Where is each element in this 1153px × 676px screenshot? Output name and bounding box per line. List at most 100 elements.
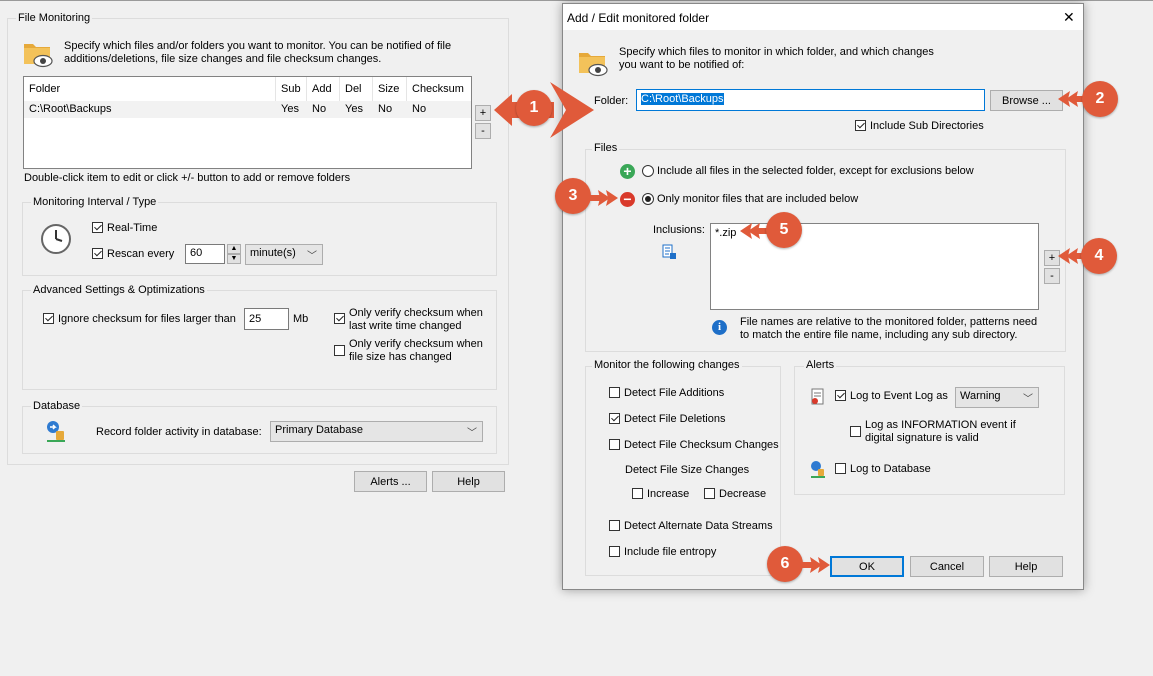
- rescan-spin-up[interactable]: ▲: [227, 244, 241, 254]
- cancel-button[interactable]: Cancel: [910, 556, 984, 577]
- rescan-spin-down[interactable]: ▼: [227, 254, 241, 264]
- add-edit-folder-dialog: Add / Edit monitored folder ✕ Specify wh…: [562, 3, 1084, 590]
- list-item[interactable]: *.zip: [715, 227, 736, 239]
- alerts-button[interactable]: Alerts ...: [354, 471, 427, 492]
- minus-circle-icon: −: [620, 192, 635, 207]
- folder-path-input[interactable]: C:\Root\Backups: [636, 89, 985, 111]
- dialog-description-1: Specify which files to monitor in which …: [619, 46, 934, 58]
- ok-button[interactable]: OK: [830, 556, 904, 577]
- detect-checksum-checkbox[interactable]: [609, 439, 620, 450]
- realtime-label: Real-Time: [107, 222, 158, 234]
- inclusions-note-1: File names are relative to the monitored…: [740, 316, 1038, 328]
- file-monitoring-title: File Monitoring: [16, 12, 93, 24]
- chevron-down-icon: ﹀: [467, 428, 477, 439]
- log-event-label: Log to Event Log as: [850, 390, 948, 402]
- table-row[interactable]: C:\Root\Backups Yes No Yes No No: [24, 101, 471, 118]
- log-info-checkbox[interactable]: [850, 426, 861, 437]
- verify-size-label-2: file size has changed: [349, 351, 452, 363]
- log-database-checkbox[interactable]: [835, 463, 846, 474]
- size-increase-label: Increase: [647, 488, 690, 500]
- cell-add: No: [312, 103, 327, 115]
- detect-streams-label: Detect Alternate Data Streams: [624, 520, 773, 532]
- clock-icon: [40, 223, 72, 255]
- help-button[interactable]: Help: [432, 471, 505, 492]
- dialog-help-button[interactable]: Help: [989, 556, 1063, 577]
- column-header-sub[interactable]: Sub: [276, 77, 307, 101]
- add-folder-button[interactable]: +: [475, 105, 491, 121]
- rescan-checkbox[interactable]: [92, 248, 103, 259]
- annotation-badge-4: 4: [1081, 238, 1117, 274]
- remove-inclusion-button[interactable]: -: [1044, 268, 1060, 284]
- rescan-unit-select[interactable]: minute(s) ﹀: [245, 244, 323, 265]
- size-increase-checkbox[interactable]: [632, 488, 643, 499]
- annotation-badge-1: 1: [516, 90, 552, 126]
- detect-deletions-label: Detect File Deletions: [624, 413, 726, 425]
- files-title: Files: [592, 142, 620, 154]
- annotation-badge-5: 5: [766, 212, 802, 248]
- cell-folder: C:\Root\Backups: [29, 103, 112, 115]
- log-event-checkbox[interactable]: [835, 390, 846, 401]
- annotation-arrow-3: [588, 190, 618, 206]
- database-select[interactable]: Primary Database ﹀: [270, 421, 483, 442]
- include-subdirs-label: Include Sub Directories: [870, 120, 984, 132]
- include-subdirs-checkbox[interactable]: [855, 120, 866, 131]
- include-all-label: Include all files in the selected folder…: [657, 165, 974, 177]
- rescan-value-input[interactable]: 60: [185, 244, 225, 264]
- interval-title: Monitoring Interval / Type: [31, 196, 159, 208]
- annotation-badge-2: 2: [1082, 81, 1118, 117]
- close-icon[interactable]: ✕: [1063, 9, 1075, 26]
- database-icon: [809, 460, 827, 478]
- annotation-badge-3: 3: [555, 178, 591, 214]
- file-monitoring-description-1: Specify which files and/or folders you w…: [64, 40, 452, 52]
- record-activity-label: Record folder activity in database:: [96, 426, 262, 438]
- annotation-arrow-6: [800, 557, 830, 573]
- event-level-select[interactable]: Warning ﹀: [955, 387, 1039, 408]
- ignore-size-input[interactable]: 25: [244, 308, 289, 330]
- column-header-checksum[interactable]: Checksum: [407, 77, 471, 101]
- rescan-label: Rescan every: [107, 248, 175, 260]
- folder-eye-icon: [577, 47, 609, 77]
- column-header-folder[interactable]: Folder: [24, 77, 276, 101]
- log-info-label-2: digital signature is valid: [865, 432, 979, 444]
- only-included-radio[interactable]: [642, 193, 654, 205]
- ignore-checksum-checkbox[interactable]: [43, 313, 54, 324]
- only-included-label: Only monitor files that are included bel…: [657, 193, 859, 205]
- browse-button[interactable]: Browse ...: [990, 90, 1063, 111]
- size-decrease-label: Decrease: [719, 488, 767, 500]
- alerts-title: Alerts: [804, 359, 837, 371]
- file-monitoring-description-2: additions/deletions, file size changes a…: [64, 53, 382, 65]
- folder-eye-icon: [22, 38, 54, 68]
- changes-title: Monitor the following changes: [592, 359, 742, 371]
- detect-streams-checkbox[interactable]: [609, 520, 620, 531]
- folder-list[interactable]: Folder Sub Add Del Size Checksum C:\Root…: [23, 76, 472, 169]
- top-border: [0, 0, 1153, 1]
- detect-deletions-checkbox[interactable]: [609, 413, 620, 424]
- cell-sub: Yes: [281, 103, 299, 115]
- column-header-del[interactable]: Del: [340, 77, 373, 101]
- inclusions-note-2: to match the entire file name, including…: [740, 329, 1018, 341]
- dialog-description-2: you want to be notified of:: [619, 59, 745, 71]
- cell-size: No: [378, 103, 393, 115]
- realtime-checkbox[interactable]: [92, 222, 103, 233]
- remove-folder-button[interactable]: -: [475, 123, 491, 139]
- log-database-label: Log to Database: [850, 463, 931, 475]
- include-all-radio[interactable]: [642, 165, 654, 177]
- include-entropy-checkbox[interactable]: [609, 546, 620, 557]
- cell-checksum: No: [412, 103, 427, 115]
- info-icon: i: [712, 320, 727, 335]
- verify-size-checkbox[interactable]: [334, 345, 345, 356]
- size-decrease-checkbox[interactable]: [704, 488, 715, 499]
- folder-path-value: C:\Root\Backups: [641, 93, 724, 105]
- include-entropy-label: Include file entropy: [624, 546, 717, 558]
- database-select-value: Primary Database: [275, 424, 364, 436]
- event-level-value: Warning: [960, 390, 1001, 402]
- add-circle-icon: +: [620, 164, 635, 179]
- verify-write-time-checkbox[interactable]: [334, 313, 345, 324]
- detect-additions-checkbox[interactable]: [609, 387, 620, 398]
- folder-list-hint: Double-click item to edit or click +/- b…: [24, 172, 351, 184]
- ignore-checksum-label: Ignore checksum for files larger than: [58, 313, 236, 325]
- column-header-size[interactable]: Size: [373, 77, 407, 101]
- event-log-icon: [810, 388, 826, 406]
- chevron-down-icon: ﹀: [1023, 394, 1033, 405]
- column-header-add[interactable]: Add: [307, 77, 340, 101]
